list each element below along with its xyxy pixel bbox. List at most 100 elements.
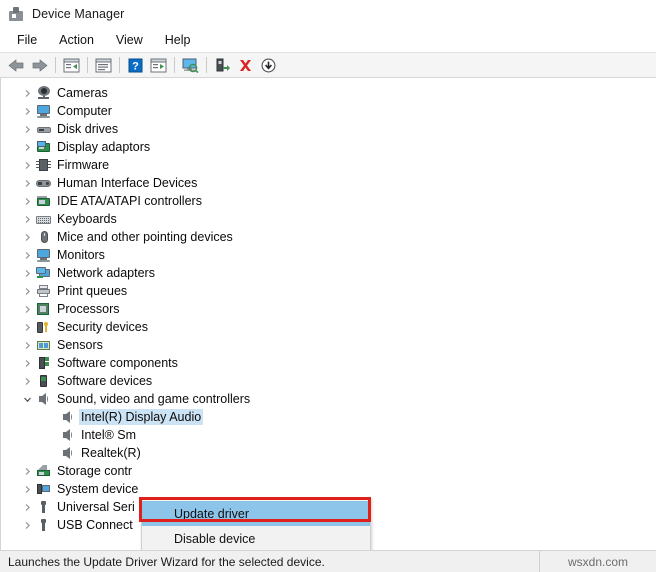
tree-node[interactable]: Mice and other pointing devices	[1, 228, 656, 246]
tree-node-label: Human Interface Devices	[57, 176, 198, 190]
tree-node[interactable]: Keyboards	[1, 210, 656, 228]
gamepad-icon	[35, 175, 53, 191]
tree-node[interactable]: Print queues	[1, 282, 656, 300]
chevron-right-icon[interactable]	[19, 179, 35, 188]
tree-node[interactable]: Realtek(R)	[1, 444, 656, 462]
show-hide-console-tree-icon[interactable]	[60, 54, 83, 76]
tree-node[interactable]: Intel® Sm	[1, 426, 656, 444]
ide-controller-icon	[35, 193, 53, 209]
show-hide-action-pane-icon[interactable]	[147, 54, 170, 76]
usb-icon	[35, 517, 53, 533]
chevron-right-icon[interactable]	[19, 341, 35, 350]
forward-arrow-icon[interactable]	[28, 54, 51, 76]
chevron-right-icon[interactable]	[19, 287, 35, 296]
tree-node[interactable]: Software devices	[1, 372, 656, 390]
speaker-icon	[59, 445, 77, 461]
toolbar-separator	[174, 57, 175, 73]
tree-node-label: Network adapters	[57, 266, 155, 280]
tree-node-label: Keyboards	[57, 212, 117, 226]
tree-node[interactable]: Sound, video and game controllers	[1, 390, 656, 408]
chevron-right-icon[interactable]	[19, 323, 35, 332]
tree-node-label: Mice and other pointing devices	[57, 230, 233, 244]
toolbar: ?	[0, 52, 656, 78]
tree-node-label: System device	[57, 482, 139, 496]
tree-node[interactable]: Network adapters	[1, 264, 656, 282]
tree-node-label: Sensors	[57, 338, 103, 352]
speaker-icon	[59, 409, 77, 425]
tree-node[interactable]: Human Interface Devices	[1, 174, 656, 192]
ctx-update-driver[interactable]: Update driver	[142, 501, 370, 526]
update-driver-icon[interactable]	[211, 54, 234, 76]
system-device-icon	[35, 481, 53, 497]
tree-node[interactable]: Monitors	[1, 246, 656, 264]
device-tree[interactable]: Cameras Computer Disk drives Display adapto…	[1, 82, 656, 550]
chevron-right-icon[interactable]	[19, 521, 35, 530]
chevron-right-icon[interactable]	[19, 107, 35, 116]
chevron-right-icon[interactable]	[19, 305, 35, 314]
chevron-right-icon[interactable]	[19, 377, 35, 386]
software-component-icon	[35, 355, 53, 371]
properties-icon[interactable]	[92, 54, 115, 76]
menu-bar: File Action View Help	[0, 28, 656, 52]
chevron-right-icon[interactable]	[19, 215, 35, 224]
tree-node[interactable]: Sensors	[1, 336, 656, 354]
tree-node[interactable]: IDE ATA/ATAPI controllers	[1, 192, 656, 210]
tree-node[interactable]: Software components	[1, 354, 656, 372]
speaker-icon	[59, 427, 77, 443]
chevron-right-icon[interactable]	[19, 197, 35, 206]
svg-text:?: ?	[132, 60, 139, 72]
tree-node-label: Computer	[57, 104, 112, 118]
chevron-right-icon[interactable]	[19, 143, 35, 152]
chevron-right-icon[interactable]	[19, 467, 35, 476]
menu-action[interactable]: Action	[48, 31, 105, 49]
chevron-right-icon[interactable]	[19, 89, 35, 98]
chevron-right-icon[interactable]	[19, 161, 35, 170]
context-menu[interactable]: Update driverDisable deviceUninstall dev…	[141, 498, 371, 550]
menu-help[interactable]: Help	[154, 31, 202, 49]
back-arrow-icon[interactable]	[5, 54, 28, 76]
tree-node[interactable]: Security devices	[1, 318, 656, 336]
device-manager-window: Device Manager File Action View Help ? C…	[0, 0, 656, 572]
keyboard-icon	[35, 211, 53, 227]
title-bar: Device Manager	[0, 0, 656, 28]
tree-node-label: Intel(R) Display Audio	[79, 409, 204, 425]
chevron-right-icon[interactable]	[19, 485, 35, 494]
tree-node[interactable]: Display adaptors	[1, 138, 656, 156]
device-tree-pane[interactable]: Cameras Computer Disk drives Display adapto…	[0, 78, 656, 550]
menu-view[interactable]: View	[105, 31, 154, 49]
tree-node[interactable]: Cameras	[1, 84, 656, 102]
context-menu-item-label: Disable device	[174, 531, 256, 546]
scan-hardware-changes-icon[interactable]	[179, 54, 202, 76]
chevron-right-icon[interactable]	[19, 125, 35, 134]
tree-node[interactable]: Firmware	[1, 156, 656, 174]
device-manager-icon	[8, 6, 24, 22]
uninstall-device-icon[interactable]	[234, 54, 257, 76]
menu-file[interactable]: File	[6, 31, 48, 49]
tree-node-label: USB Connect	[57, 518, 133, 532]
tree-node-label: Sound, video and game controllers	[57, 392, 251, 406]
tree-node[interactable]: Intel(R) Display Audio	[1, 408, 656, 426]
tree-node[interactable]: Computer	[1, 102, 656, 120]
chevron-right-icon[interactable]	[19, 269, 35, 278]
toolbar-separator	[87, 57, 88, 73]
chevron-right-icon[interactable]	[19, 251, 35, 260]
chevron-right-icon[interactable]	[19, 233, 35, 242]
tree-node[interactable]: Processors	[1, 300, 656, 318]
tree-node[interactable]: System device	[1, 480, 656, 498]
tree-node-label: Display adaptors	[57, 140, 151, 154]
tree-node-label: Processors	[57, 302, 120, 316]
storage-controller-icon	[35, 463, 53, 479]
tree-node[interactable]: Disk drives	[1, 120, 656, 138]
chevron-right-icon[interactable]	[19, 359, 35, 368]
sensor-icon	[35, 337, 53, 353]
processor-icon	[35, 301, 53, 317]
chevron-right-icon[interactable]	[19, 503, 35, 512]
tree-node[interactable]: Storage contr	[1, 462, 656, 480]
ctx-disable-device[interactable]: Disable device	[142, 526, 370, 550]
chevron-down-icon[interactable]	[19, 395, 35, 404]
status-bar: Launches the Update Driver Wizard for th…	[0, 550, 656, 572]
disable-device-icon[interactable]	[257, 54, 280, 76]
tree-node-label: Intel® Sm	[81, 428, 137, 442]
help-icon[interactable]: ?	[124, 54, 147, 76]
camera-icon	[35, 85, 53, 101]
